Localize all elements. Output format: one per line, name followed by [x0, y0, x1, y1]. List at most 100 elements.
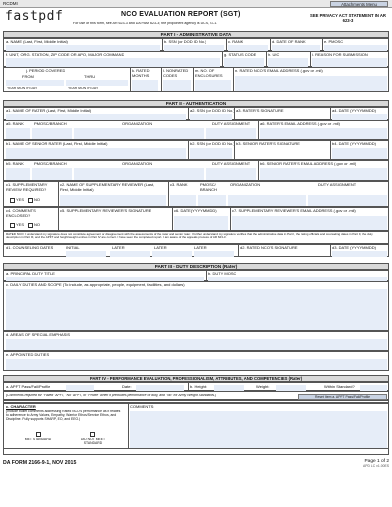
c3-label: c3. RANK — [170, 183, 188, 187]
appointed-duties-input[interactable] — [6, 359, 387, 370]
rater-row-2: a5. RANK PMOSC/BRANCH ORGANIZATION DUTY … — [3, 120, 389, 140]
c3-duty-input[interactable] — [308, 195, 387, 206]
rater-duty-label: DUTY ASSIGNMENT — [212, 122, 251, 126]
rater-rank-input[interactable] — [6, 128, 30, 139]
c5-label: c5. SUPPLEMENTARY REVIEWER'S SIGNATURE — [60, 209, 152, 213]
privacy-statement: SEE PRIVACY ACT STATEMENT IN AR 623-3 — [310, 13, 386, 23]
c1-yes-label: YES — [16, 198, 25, 202]
weight-label: Weight: — [256, 384, 270, 389]
c7-input[interactable] — [232, 216, 387, 230]
sr-date-label: b4. DATE (YYYYMMDD) — [332, 142, 376, 146]
character-row: c. CHARACTER (Include bullet comments ad… — [3, 403, 389, 449]
cell-divider — [258, 161, 259, 180]
rater-duty-input[interactable] — [206, 128, 256, 139]
status-code-input[interactable] — [224, 58, 264, 67]
cell-divider — [188, 141, 189, 159]
c4-yes-checkbox[interactable] — [10, 223, 15, 228]
period-label: j. PERIOD COVERED — [26, 69, 66, 73]
special-emphasis-label: d. AREAS OF SPECIAL EMPHASIS — [6, 333, 71, 337]
unit-label: f. UNIT, ORG. STATION, ZIP CODE OR APO, … — [6, 53, 125, 57]
did-not-meet-checkbox[interactable] — [90, 432, 95, 437]
cell-divider — [234, 108, 235, 119]
c4-yes-label: YES — [16, 223, 25, 227]
c2-input[interactable] — [60, 195, 166, 206]
apft-date-input[interactable] — [136, 384, 184, 391]
later-date-input-3[interactable] — [194, 251, 234, 257]
cell-divider — [188, 383, 189, 390]
later-date-input-1[interactable] — [110, 251, 150, 257]
part1-row-a: a. NAME (Last, First, Middle Initial) b.… — [3, 38, 389, 51]
sr-pmosc-label: PMOSC/BRANCH — [34, 162, 67, 166]
senior-rater-row-2: b5. RANK PMOSC/BRANCH ORGANIZATION DUTY … — [3, 160, 389, 181]
period-from-input[interactable] — [6, 80, 64, 86]
rank-label: c. RANK — [228, 40, 244, 44]
d3-date-input[interactable] — [332, 251, 387, 257]
thru-label: THRU — [84, 75, 96, 79]
rater-email-label: a6. RATER'S EMAIL ADDRESS (.gov or .mil) — [260, 122, 340, 126]
attachments-menu-button[interactable]: Attachments Menu — [330, 1, 388, 7]
sr-name-input[interactable] — [6, 148, 186, 159]
rater-signature-label: a3. RATER'S SIGNATURE — [236, 109, 284, 113]
c4-no-label: NO — [34, 223, 40, 227]
initial-date-input[interactable] — [66, 251, 106, 257]
apft-select[interactable] — [66, 384, 94, 391]
sr-date-input[interactable] — [332, 148, 387, 159]
part3-row-a: a. PRINCIPAL DUTY TITLE b. DUTY MOSC — [3, 270, 389, 282]
c1-no-checkbox[interactable] — [28, 198, 33, 203]
met-standard-checkbox[interactable] — [36, 432, 41, 437]
rater-date-label: a4. DATE (YYYYMMDD) — [332, 109, 376, 113]
period-thru-input[interactable] — [66, 80, 128, 86]
rater-pmosc-label: PMOSC/BRANCH — [34, 122, 67, 126]
met-standard-label: MET STANDARD — [24, 438, 52, 441]
sr-email-input[interactable] — [260, 168, 387, 180]
comments-label: COMMENTS: — [130, 405, 155, 409]
character-description: (Include bullet comments addressing Rate… — [6, 410, 121, 421]
enclosures-input[interactable] — [195, 80, 231, 91]
c3-pmosc-input[interactable] — [198, 195, 226, 206]
within-standard-select[interactable] — [360, 384, 387, 391]
unit-input[interactable] — [6, 58, 220, 67]
counseling-row: d1. COUNSELING DATES INITIAL LATER LATER… — [3, 244, 389, 257]
c6-input[interactable] — [174, 216, 228, 230]
nonrated-codes-input[interactable] — [163, 80, 191, 91]
height-input[interactable] — [214, 384, 244, 391]
rater-org-input[interactable] — [74, 128, 204, 139]
c1-yes-checkbox[interactable] — [10, 198, 15, 203]
rater-org-label: ORGANIZATION — [122, 122, 153, 126]
sr-pmosc-input[interactable] — [32, 168, 72, 180]
sr-org-input[interactable] — [74, 168, 204, 180]
daily-duties-input[interactable] — [6, 289, 387, 330]
did-not-meet-label: DID NOT MEET STANDARD — [80, 438, 106, 445]
weight-input[interactable] — [276, 384, 306, 391]
sr-duty-input[interactable] — [206, 168, 256, 180]
special-emphasis-input[interactable] — [6, 339, 387, 350]
cell-divider — [226, 39, 227, 50]
c3-rank-input[interactable] — [170, 195, 196, 206]
character-comments-input[interactable] — [130, 411, 387, 448]
supplementary-row-2: c4. COMMENTS ENCLOSED? YES NO c5. SUPPLE… — [3, 207, 389, 231]
sr-rank-input[interactable] — [6, 168, 30, 180]
rater-email-input[interactable] — [260, 128, 387, 139]
reset-apft-button[interactable]: Reset Item a. APFT Pass/Fail/Profile — [298, 393, 387, 400]
cell-divider — [330, 245, 331, 256]
cell-divider — [206, 271, 207, 280]
cell-divider — [58, 182, 59, 206]
sr-ssn-input[interactable] — [190, 148, 232, 159]
c3-org-input[interactable] — [228, 195, 306, 206]
sr-duty-label: DUTY ASSIGNMENT — [212, 162, 251, 166]
reason-label: i. REASON FOR SUBMISSION — [312, 53, 368, 57]
cell-divider — [168, 182, 169, 206]
part2-header: PART II - AUTHENTICATION — [3, 100, 389, 107]
reason-input[interactable] — [312, 58, 387, 67]
rater-pmosc-input[interactable] — [32, 128, 72, 139]
sr-ssn-label: b2. SSN (or DOD ID No.) — [190, 142, 235, 146]
part1-row-f: f. UNIT, ORG. STATION, ZIP CODE OR APO, … — [3, 51, 389, 67]
supplementary-row-1: c1. SUPPLEMENTARY REVIEW REQUIRED? YES N… — [3, 181, 389, 207]
uic-input[interactable] — [268, 58, 308, 67]
rated-months-input[interactable] — [132, 80, 158, 91]
c4-no-checkbox[interactable] — [28, 223, 33, 228]
apft-label: a. APFT Pass/Fail/Profile — [6, 384, 51, 389]
rated-email-label: n. RATED NCO'S EMAIL ADDRESS (.gov or .m… — [235, 69, 323, 73]
later-date-input-2[interactable] — [152, 251, 192, 257]
rated-email-input[interactable] — [235, 76, 387, 91]
